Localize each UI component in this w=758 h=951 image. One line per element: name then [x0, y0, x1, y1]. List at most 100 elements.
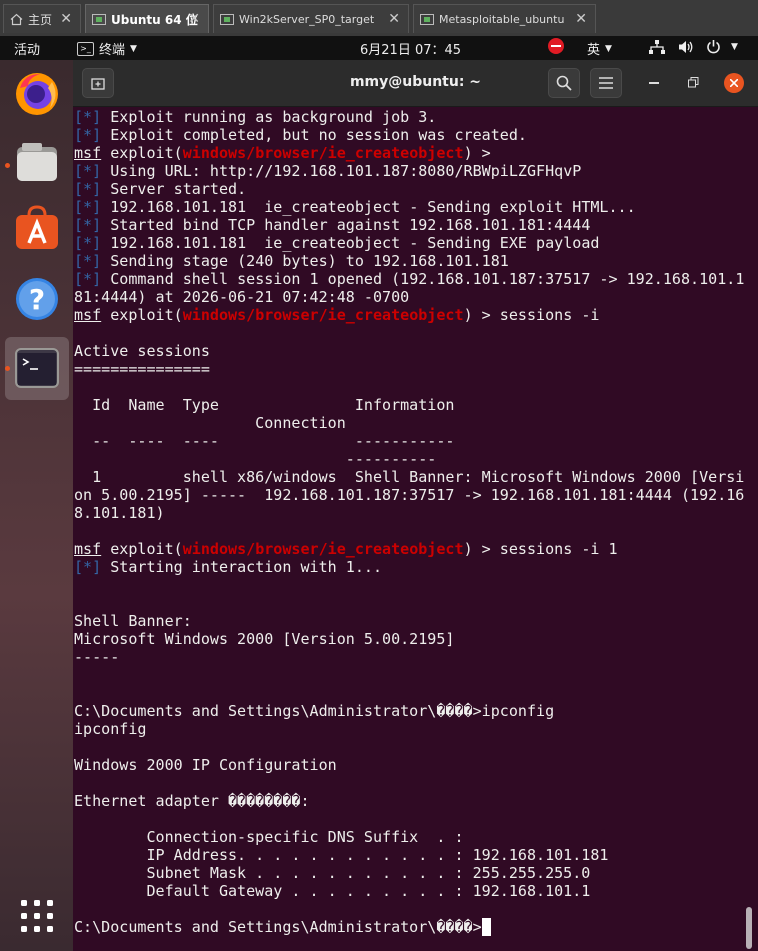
recording-indicator-icon[interactable] — [548, 38, 564, 54]
terminal-text: IP Address. . . . . . . . . . . . : 192.… — [74, 846, 609, 864]
volume-icon[interactable] — [679, 40, 694, 54]
terminal-text: [*] — [74, 108, 102, 126]
home-icon — [10, 13, 23, 25]
close-window-button[interactable] — [724, 73, 744, 93]
terminal-line: Connection-specific DNS Suffix . : — [74, 828, 744, 846]
caret-down-icon[interactable]: ▼ — [731, 42, 738, 52]
terminal-text: [*] — [74, 216, 102, 234]
terminal-line: on 5.00.2195] ----- 192.168.101.187:3751… — [74, 486, 744, 504]
show-apps-grid-icon[interactable] — [21, 900, 53, 932]
activities-button[interactable]: 活动 — [14, 39, 40, 58]
terminal-line: [*] Using URL: http://192.168.101.187:80… — [74, 162, 744, 180]
tab-label: Win2kServer_SP0_target — [239, 12, 375, 26]
terminal-text: on 5.00.2195] ----- 192.168.101.187:3751… — [74, 486, 745, 504]
terminal-line: =============== — [74, 360, 744, 378]
terminal-text: msf — [74, 144, 102, 162]
close-icon[interactable]: ✕ — [575, 11, 587, 27]
terminal-text: 81:4444) at 2026-06-21 07:42:48 -0700 — [74, 288, 410, 306]
running-indicator — [5, 366, 10, 371]
help-icon[interactable]: ? — [14, 276, 60, 322]
software-icon[interactable] — [14, 205, 60, 251]
terminal-text: windows/browser/ie_createobject — [182, 306, 464, 324]
terminal-line: [*] Server started. — [74, 180, 744, 198]
maximize-icon[interactable] — [688, 77, 699, 88]
terminal-text: ipconfig — [74, 720, 147, 738]
tab-label: Metasploitable_ubuntu — [439, 12, 565, 26]
terminal-line: ---------- — [74, 450, 744, 468]
svg-text:?: ? — [29, 283, 45, 316]
terminal-line: msf exploit(windows/browser/ie_createobj… — [74, 306, 744, 324]
terminal-line: Connection — [74, 414, 744, 432]
terminal-text: Exploit running as background job 3. — [101, 108, 437, 126]
vm-tab-metasploitable[interactable]: Metasploitable_ubuntu ✕ — [413, 4, 596, 33]
terminal-line: Shell Banner: — [74, 612, 744, 630]
vm-icon — [92, 13, 106, 25]
terminal-text: ---------- — [74, 450, 437, 468]
terminal-line: Subnet Mask . . . . . . . . . . . : 255.… — [74, 864, 744, 882]
terminal-app-icon: >_ — [77, 41, 94, 56]
terminal-text: Active sessions — [74, 342, 210, 360]
vm-tab-home[interactable]: 主页 ✕ — [3, 4, 81, 33]
terminal-text: 192.168.101.181 ie_createobject - Sendin… — [101, 198, 636, 216]
firefox-icon[interactable] — [14, 70, 60, 116]
close-icon[interactable]: ✕ — [388, 11, 400, 27]
close-icon[interactable]: ✕ — [60, 11, 72, 27]
terminal-text: msf — [74, 540, 102, 558]
network-icon[interactable] — [649, 40, 665, 54]
vm-icon — [420, 13, 434, 25]
terminal-text: windows/browser/ie_createobject — [182, 144, 464, 162]
terminal-icon[interactable] — [14, 345, 60, 391]
terminal-text: 192.168.101.181 ie_createobject - Sendin… — [101, 234, 600, 252]
terminal-line: [*] Sending stage (240 bytes) to 192.168… — [74, 252, 744, 270]
terminal-text: Connection — [74, 414, 346, 432]
dock: ? — [0, 60, 73, 951]
text-cursor — [481, 918, 491, 936]
terminal-line: [*] 192.168.101.181 ie_createobject - Se… — [74, 234, 744, 252]
terminal-text: Windows 2000 IP Configuration — [74, 756, 337, 774]
terminal-line: 1 shell x86/windows Shell Banner: Micros… — [74, 468, 744, 486]
terminal-text: exploit( — [101, 144, 183, 162]
clock[interactable]: 6月21日 07：45 — [360, 39, 461, 58]
terminal-text: [*] — [74, 252, 102, 270]
terminal-line: C:\Documents and Settings\Administrator\… — [74, 702, 744, 720]
app-menu[interactable]: >_ 终端 ▼ — [77, 39, 137, 58]
search-button[interactable] — [548, 68, 580, 98]
terminal-text: C:\Documents and Settings\Administrator\… — [74, 702, 555, 720]
menu-button[interactable] — [590, 68, 622, 98]
gnome-top-bar: 活动 >_ 终端 ▼ 6月21日 07：45 英 ▼ ▼ — [0, 36, 758, 60]
app-name: 终端 — [99, 43, 126, 58]
terminal-line: Windows 2000 IP Configuration — [74, 756, 744, 774]
terminal-text: windows/browser/ie_createobject — [182, 540, 464, 558]
terminal-text: [*] — [74, 162, 102, 180]
terminal-line: Microsoft Windows 2000 [Version 5.00.219… — [74, 630, 744, 648]
terminal-window: mmy@ubuntu: ~ [*] Exploit running as bac… — [73, 60, 758, 951]
terminal-text: ) > — [463, 144, 491, 162]
terminal-output[interactable]: [*] Exploit running as background job 3.… — [74, 108, 744, 936]
vm-tab-win2k[interactable]: Win2kServer_SP0_target ✕ — [213, 4, 409, 33]
vm-tab-ubuntu[interactable]: Ubuntu 64 位 ✕ — [85, 4, 209, 33]
terminal-text: Id Name Type Information — [74, 396, 455, 414]
terminal-text: Connection-specific DNS Suffix . : — [74, 828, 464, 846]
minimize-icon[interactable] — [649, 82, 659, 85]
scrollbar-thumb[interactable] — [746, 907, 752, 949]
close-icon[interactable]: ✕ — [188, 11, 200, 27]
terminal-line: -- ---- ---- ----------- — [74, 432, 744, 450]
search-icon — [556, 75, 572, 91]
terminal-line: [*] Started bind TCP handler against 192… — [74, 216, 744, 234]
input-method-label: 英 — [587, 43, 601, 58]
power-icon[interactable] — [706, 39, 721, 54]
tab-label: 主页 — [28, 12, 53, 27]
terminal-text: Ethernet adapter ��������: — [74, 792, 310, 810]
input-method-menu[interactable]: 英 ▼ — [587, 39, 612, 58]
terminal-text: Sending stage (240 bytes) to 192.168.101… — [101, 252, 509, 270]
terminal-line: ----- — [74, 648, 744, 666]
files-icon[interactable] — [14, 140, 60, 186]
terminal-line: Default Gateway . . . . . . . . . : 192.… — [74, 882, 744, 900]
tab-label: Ubuntu 64 位 — [111, 12, 198, 27]
terminal-text: Shell Banner: — [74, 612, 192, 630]
